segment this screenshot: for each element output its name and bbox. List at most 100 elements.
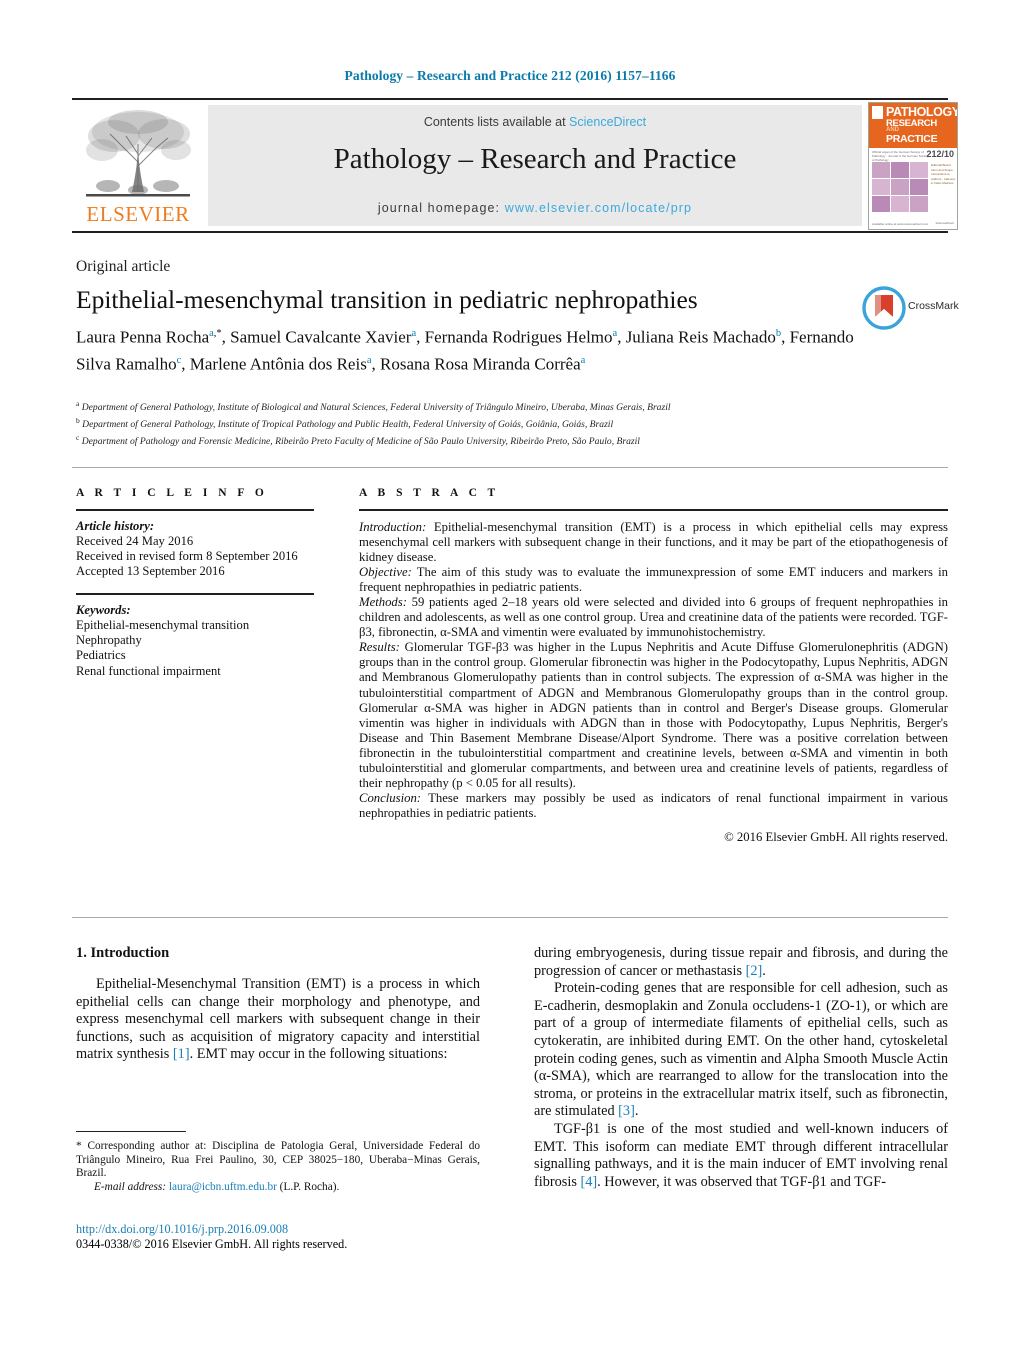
journal-title: Pathology – Research and Practice bbox=[333, 143, 737, 175]
cover-header-band: PATHOLOGY RESEARCH AND PRACTICE bbox=[869, 103, 957, 148]
abstract-section: Results: Glomerular TGF-β3 was higher in… bbox=[359, 640, 948, 791]
journal-masthead: ELSEVIER Contents lists available at Sci… bbox=[72, 98, 958, 233]
crossmark-icon bbox=[862, 286, 906, 330]
masthead-top-rule bbox=[72, 98, 948, 100]
article-history-item: Received 24 May 2016 bbox=[76, 533, 194, 548]
elsevier-tree-icon bbox=[86, 110, 191, 197]
cover-grid-cell bbox=[872, 179, 890, 195]
abstract-section-label: Conclusion: bbox=[359, 791, 422, 806]
cover-grid-cell bbox=[872, 162, 890, 178]
cover-grid-cell bbox=[910, 196, 928, 212]
body-left-paragraphs: Epithelial-Mesenchymal Transition (EMT) … bbox=[76, 976, 480, 1064]
cover-sidebar-text: Editorial Board · Aims and Scope · Instr… bbox=[931, 163, 955, 185]
running-head: Pathology – Research and Practice 212 (2… bbox=[344, 68, 676, 83]
citation-ref[interactable]: [2] bbox=[746, 963, 763, 979]
author-affil-mark: a bbox=[411, 328, 417, 339]
author-affil-mark: a bbox=[580, 355, 586, 367]
keyword-item: Nephropathy bbox=[76, 633, 142, 648]
abstract-section-label: Introduction: bbox=[359, 519, 427, 534]
affiliation-list: a Department of General Pathology, Insti… bbox=[76, 398, 926, 448]
masthead-band: Contents lists available at ScienceDirec… bbox=[208, 105, 862, 226]
cover-publisher-mark-icon bbox=[872, 106, 883, 119]
article-history-item: Received in revised form 8 September 201… bbox=[76, 548, 298, 563]
abstract-top-rule bbox=[72, 467, 948, 468]
author-affil-mark: a bbox=[612, 328, 618, 339]
cover-grid-cell bbox=[910, 162, 928, 178]
cover-title-line1: PATHOLOGY bbox=[886, 105, 958, 119]
body-paragraph: during embryogenesis, during tissue repa… bbox=[534, 945, 948, 979]
abstract-section-label: Objective: bbox=[359, 564, 412, 579]
abstract-heading: A B S T R A C T bbox=[359, 487, 500, 499]
article-info-panel: A R T I C L E I N F O Article history: R… bbox=[76, 487, 326, 679]
journal-cover-thumbnail: PATHOLOGY RESEARCH AND PRACTICE Official… bbox=[868, 102, 958, 230]
affiliation-item: b Department of General Pathology, Insti… bbox=[76, 415, 614, 430]
cover-grid-cell bbox=[891, 162, 909, 178]
article-history-item: Accepted 13 September 2016 bbox=[76, 564, 225, 579]
article-kind: Original article bbox=[76, 258, 171, 275]
keywords-divider bbox=[76, 593, 314, 595]
author-list: Laura Penna Rochaa,*, Samuel Cavalcante … bbox=[76, 327, 854, 374]
doi-block: http://dx.doi.org/10.1016/j.prp.2016.09.… bbox=[76, 1222, 480, 1252]
email-label: E-mail address: bbox=[94, 1180, 167, 1193]
email-note: E-mail address: laura@icbn.uftm.edu.br (… bbox=[76, 1181, 480, 1195]
affiliation-mark: a bbox=[76, 399, 80, 408]
corresponding-author-note: * Corresponding author at: Disciplina de… bbox=[76, 1140, 480, 1180]
article-info-divider bbox=[76, 509, 314, 511]
abstract-panel: A B S T R A C T Introduction: Epithelial… bbox=[359, 487, 948, 845]
abstract-section: Methods: 59 patients aged 2–18 years old… bbox=[359, 594, 948, 640]
citation-ref[interactable]: [4] bbox=[580, 1174, 597, 1190]
email-suffix: (L.P. Rocha). bbox=[276, 1180, 340, 1193]
body-paragraph: Epithelial-Mesenchymal Transition (EMT) … bbox=[76, 976, 480, 1063]
email-link[interactable]: laura@icbn.uftm.edu.br bbox=[169, 1181, 277, 1193]
cover-grid-cell bbox=[910, 179, 928, 195]
cover-grid-cell bbox=[872, 196, 890, 212]
body-right-paragraphs: during embryogenesis, during tissue repa… bbox=[534, 945, 948, 1191]
cover-meta-text: Official organ of the German Society of … bbox=[872, 150, 929, 162]
abstract-body: Introduction: Epithelial-mesenchymal tra… bbox=[359, 520, 948, 822]
author-name: Marlene Antônia dos Reis bbox=[189, 354, 367, 374]
doi-link[interactable]: http://dx.doi.org/10.1016/j.prp.2016.09.… bbox=[76, 1222, 480, 1237]
sciencedirect-link[interactable]: ScienceDirect bbox=[569, 115, 646, 129]
keywords-label: Keywords: bbox=[76, 602, 131, 617]
crossmark-badge[interactable]: CrossMark bbox=[862, 286, 960, 330]
affiliation-mark: b bbox=[76, 415, 80, 425]
journal-homepage-link[interactable]: www.elsevier.com/locate/prp bbox=[505, 201, 692, 215]
article-info-heading: A R T I C L E I N F O bbox=[76, 487, 268, 499]
page-title: Epithelial-mesenchymal transition in ped… bbox=[76, 285, 698, 314]
issn-copyright-line: 0344-0338/© 2016 Elsevier GmbH. All righ… bbox=[76, 1237, 348, 1251]
cover-footer-left: Available online at www.sciencedirect.co… bbox=[872, 222, 929, 226]
author-affil-mark: ,* bbox=[213, 328, 222, 339]
author-name: Samuel Cavalcante Xavier bbox=[230, 327, 412, 347]
abstract-divider bbox=[359, 509, 948, 511]
affiliation-item: a Department of General Pathology, Insti… bbox=[76, 399, 671, 414]
citation-ref[interactable]: [3] bbox=[618, 1103, 635, 1119]
affiliation-mark: c bbox=[76, 432, 80, 442]
keywords-list: Epithelial-mesenchymal transition Nephrop… bbox=[76, 618, 326, 679]
article-history: Article history: Received 24 May 2016 Rec… bbox=[76, 519, 326, 580]
keyword-item: Renal functional impairment bbox=[76, 663, 221, 678]
article-history-list: Received 24 May 2016 Received in revised … bbox=[76, 534, 326, 580]
author-affil-mark: b bbox=[775, 328, 782, 339]
affiliation-item: c Department of Pathology and Forensic M… bbox=[76, 432, 640, 447]
journal-homepage-line: journal homepage: www.elsevier.com/locat… bbox=[208, 201, 862, 215]
cover-issue-number: 212/10 bbox=[926, 149, 954, 159]
footnote-rule bbox=[76, 1131, 186, 1133]
author-name: Rosana Rosa Miranda Corrêa bbox=[379, 354, 581, 374]
contents-prefix: Contents lists available at bbox=[423, 115, 570, 129]
elsevier-wordmark: ELSEVIER bbox=[86, 202, 190, 226]
cover-grid-cell bbox=[891, 179, 909, 195]
masthead-bottom-rule bbox=[72, 231, 948, 233]
keyword-item: Epithelial-mesenchymal transition bbox=[76, 618, 250, 633]
crossmark-label: CrossMark bbox=[908, 300, 959, 312]
author-name: Fernanda Rodrigues Helmo bbox=[424, 327, 613, 347]
abstract-section: Objective: The aim of this study was to … bbox=[359, 564, 948, 594]
abstract-copyright: © 2016 Elsevier GmbH. All rights reserve… bbox=[724, 830, 948, 845]
body-column-left: 1. Introduction Epithelial-Mesenchymal T… bbox=[76, 945, 480, 1064]
elsevier-logo: ELSEVIER bbox=[74, 106, 202, 226]
homepage-prefix: journal homepage: bbox=[377, 201, 505, 215]
author-affil-mark: a bbox=[366, 355, 372, 367]
cover-image-grid bbox=[872, 162, 928, 212]
contents-line: Contents lists available at ScienceDirec… bbox=[208, 115, 862, 129]
citation-ref[interactable]: [1] bbox=[173, 1046, 190, 1062]
abstract-section: Introduction: Epithelial-mesenchymal tra… bbox=[359, 519, 948, 564]
